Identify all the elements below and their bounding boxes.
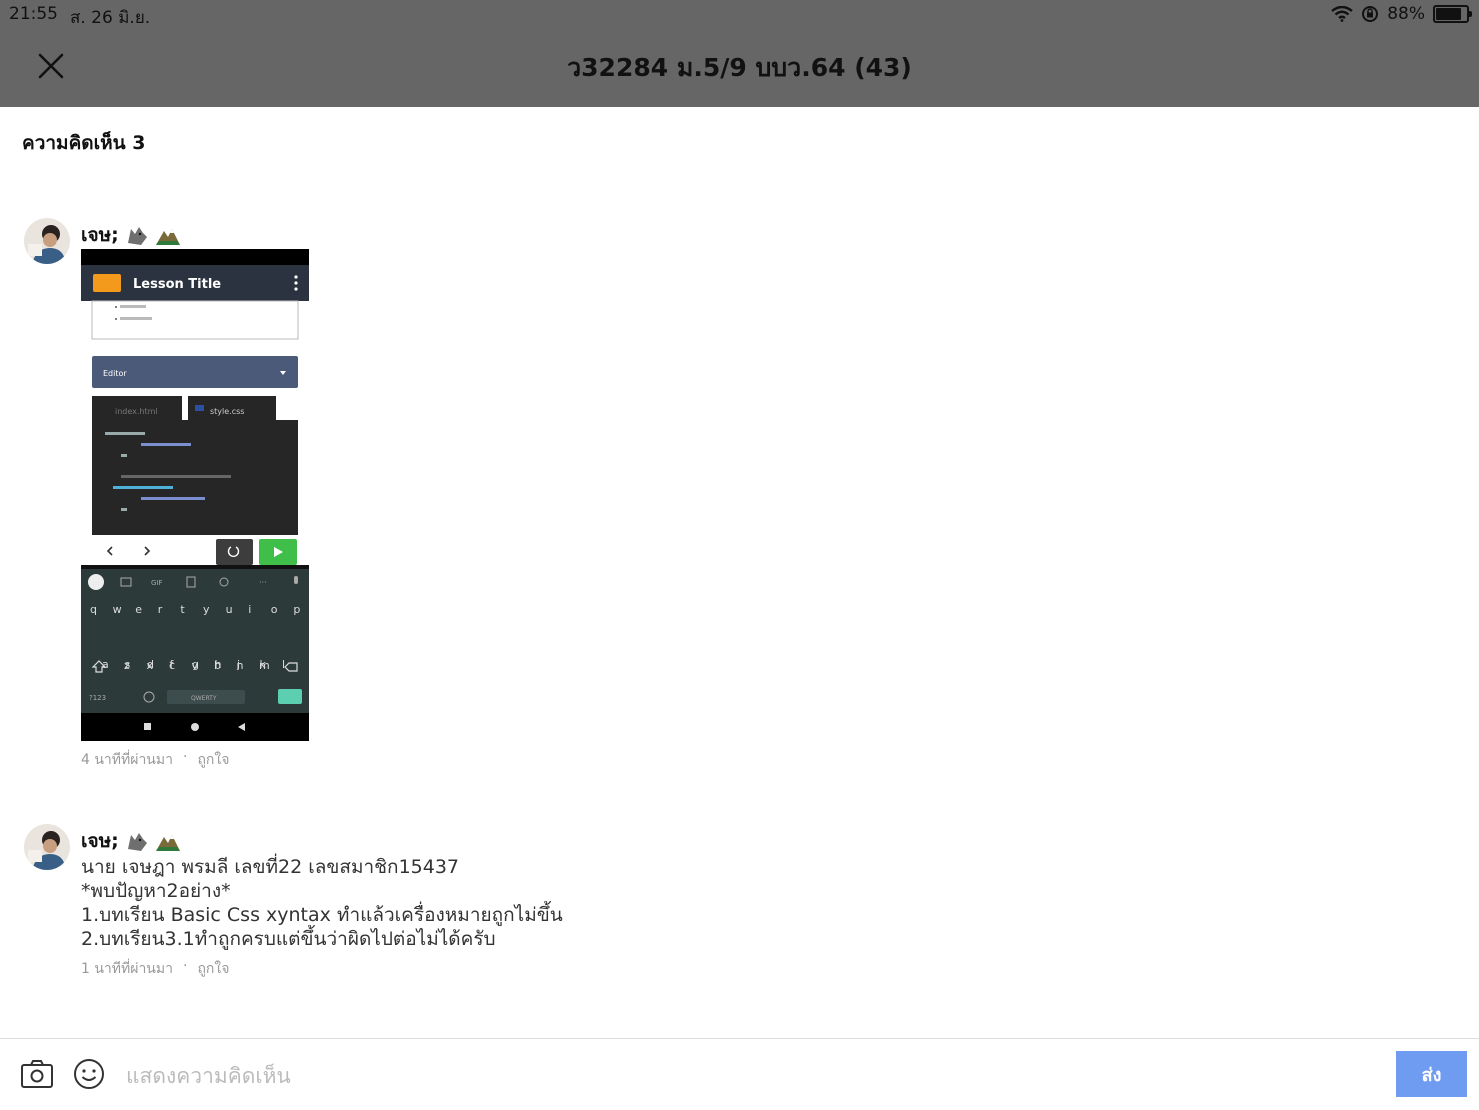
kb-num: ?123 bbox=[89, 694, 106, 702]
comment-author[interactable]: เจษ; bbox=[81, 220, 181, 250]
keyboard-key: m bbox=[259, 659, 270, 672]
status-date: ส. 26 มิ.ย. bbox=[70, 8, 151, 28]
keyboard-key: p bbox=[293, 603, 300, 616]
wifi-icon bbox=[1331, 6, 1353, 22]
comment-meta: 4 นาทีที่ผ่านมา · ถูกใจ bbox=[81, 749, 229, 771]
comment-time: 4 นาทีที่ผ่านมา bbox=[81, 752, 173, 768]
tab-html: index.html bbox=[115, 407, 158, 416]
comment-line: 2.บทเรียน3.1ทำถูกครบแต่ขึ้นว่าผิดไปต่อไม… bbox=[81, 928, 496, 950]
status-indicators: 88% bbox=[1331, 4, 1472, 24]
svg-text:GIF: GIF bbox=[151, 579, 163, 587]
screenshot-content: Lesson Title Editor index.html style.css… bbox=[81, 249, 309, 741]
keyboard-key: i bbox=[248, 603, 251, 616]
keyboard-key: u bbox=[226, 603, 233, 616]
comment-line: 1.บทเรียน Basic Css xyntax ทำแล้วเครื่อง… bbox=[81, 904, 563, 926]
camera-button[interactable] bbox=[20, 1058, 54, 1094]
comment-input[interactable] bbox=[124, 1058, 1378, 1094]
comments-count: ความคิดเห็น 3 bbox=[22, 132, 146, 154]
comment-meta: 1 นาทีที่ผ่านมา · ถูกใจ bbox=[81, 958, 229, 980]
status-time: 21:55 bbox=[9, 4, 58, 24]
tab-css: style.css bbox=[210, 407, 244, 416]
keyboard-key: v bbox=[192, 659, 199, 672]
keyboard-key: n bbox=[237, 659, 244, 672]
editor-label: Editor bbox=[103, 369, 127, 378]
wolf-icon bbox=[127, 833, 147, 851]
avatar-image bbox=[24, 824, 70, 870]
comment-line: *พบปัญหา2อย่าง* bbox=[81, 880, 231, 902]
author-name: เจษ; bbox=[81, 224, 119, 246]
keyboard-key: o bbox=[271, 603, 278, 616]
keyboard-key: x bbox=[147, 659, 154, 672]
header-bar: 21:55 ส. 26 มิ.ย. 88% ว32284 ม.5/9 บบว.6… bbox=[0, 0, 1479, 107]
send-button[interactable]: ส่ง bbox=[1396, 1051, 1467, 1097]
keyboard-key: q bbox=[90, 603, 97, 616]
like-button[interactable]: ถูกใจ bbox=[197, 958, 229, 980]
page-title: ว32284 ม.5/9 บบว.64 (43) bbox=[567, 53, 912, 82]
battery-level bbox=[1436, 8, 1461, 20]
battery-percent: 88% bbox=[1387, 4, 1425, 24]
keyboard-key: b bbox=[214, 659, 221, 672]
camera-icon bbox=[21, 1060, 53, 1088]
smiley-icon bbox=[74, 1059, 104, 1089]
battery-icon bbox=[1433, 5, 1472, 23]
emoji-button[interactable] bbox=[73, 1058, 105, 1094]
comment-body: นาย เจษฎา พรมลี เลขที่22 เลขสมาชิก15437 … bbox=[81, 855, 563, 951]
keyboard-key: y bbox=[203, 603, 210, 616]
keyboard-key: r bbox=[158, 603, 163, 616]
like-button[interactable]: ถูกใจ bbox=[197, 749, 229, 771]
keyboard-key: e bbox=[135, 603, 142, 616]
keyboard-key: w bbox=[113, 603, 122, 616]
comment-author[interactable]: เจษ; bbox=[81, 826, 181, 856]
attached-screenshot[interactable]: Lesson Title Editor index.html style.css… bbox=[81, 249, 309, 741]
avatar-image bbox=[24, 218, 70, 264]
keyboard-key: l bbox=[282, 658, 285, 671]
author-name: เจษ; bbox=[81, 830, 119, 852]
kb-space: QWERTY bbox=[191, 695, 217, 702]
avatar[interactable] bbox=[24, 824, 70, 870]
comment-time: 1 นาทีที่ผ่านมา bbox=[81, 961, 173, 977]
svg-text:···: ··· bbox=[259, 578, 267, 587]
keyboard-key: z bbox=[124, 659, 130, 672]
mountain-icon bbox=[155, 229, 180, 245]
avatar[interactable] bbox=[24, 218, 70, 264]
keyboard-key: c bbox=[169, 659, 175, 672]
keyboard-key: t bbox=[180, 603, 185, 616]
rotation-lock-icon bbox=[1362, 6, 1379, 22]
wolf-icon bbox=[127, 227, 147, 245]
comment-line: นาย เจษฎา พรมลี เลขที่22 เลขสมาชิก15437 bbox=[81, 856, 460, 878]
mountain-icon bbox=[155, 835, 180, 851]
lesson-title: Lesson Title bbox=[133, 277, 221, 292]
